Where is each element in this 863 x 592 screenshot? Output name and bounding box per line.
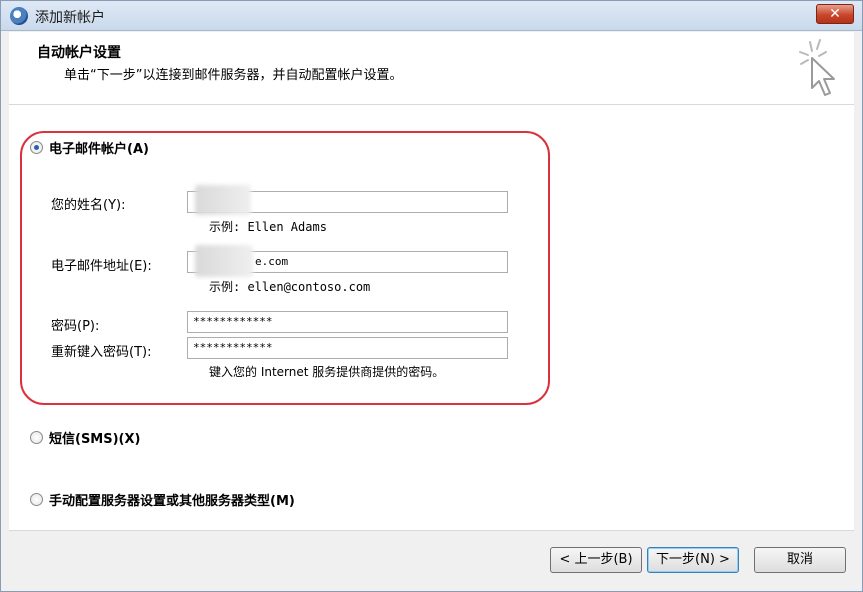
outlook-icon	[10, 7, 28, 25]
sms-label[interactable]: 短信(SMS)(X)	[49, 428, 140, 447]
content-area: 电子邮件帐户(A) 您的姓名(Y): 示例: Ellen Adams 电子邮件地…	[9, 105, 854, 530]
close-button[interactable]: ✕	[816, 4, 854, 24]
name-label: 您的姓名(Y):	[51, 198, 126, 213]
sms-radio[interactable]	[30, 431, 43, 444]
manual-config-radio[interactable]	[30, 493, 43, 506]
password-hint: 键入您的 Internet 服务提供商提供的密码。	[209, 365, 445, 379]
page-subtitle: 单击“下一步”以连接到邮件服务器，并自动配置帐户设置。	[64, 68, 403, 83]
password-input[interactable]: ************	[187, 311, 508, 333]
window-title: 添加新帐户	[35, 10, 105, 26]
back-button[interactable]: < 上一步(B)	[550, 547, 642, 573]
redaction-blur	[195, 245, 253, 277]
page-title: 自动帐户设置	[37, 45, 121, 61]
header-band: 自动帐户设置 单击“下一步”以连接到邮件服务器，并自动配置帐户设置。	[9, 32, 854, 105]
email-hint: 示例: ellen@contoso.com	[209, 280, 371, 294]
email-address-label: 电子邮件地址(E):	[51, 259, 152, 274]
email-account-radio[interactable]	[30, 141, 43, 154]
cancel-button[interactable]: 取消	[754, 547, 846, 573]
redaction-blur	[195, 185, 251, 215]
cursor-sparkle-icon	[799, 39, 835, 96]
title-bar: 添加新帐户 ✕	[1, 1, 862, 31]
retype-password-label: 重新键入密码(T):	[51, 345, 152, 360]
next-button[interactable]: 下一步(N) >	[647, 547, 739, 573]
email-account-label[interactable]: 电子邮件帐户(A)	[49, 138, 149, 157]
password-label: 密码(P):	[51, 319, 100, 334]
button-bar: < 上一步(B) 下一步(N) > 取消	[9, 530, 854, 585]
retype-password-input[interactable]: ************	[187, 337, 508, 359]
manual-config-label[interactable]: 手动配置服务器设置或其他服务器类型(M)	[49, 490, 295, 509]
name-hint: 示例: Ellen Adams	[209, 220, 327, 234]
add-account-dialog: 添加新帐户 ✕ 自动帐户设置 单击“下一步”以连接到邮件服务器，并自动配置帐户设…	[0, 0, 863, 592]
